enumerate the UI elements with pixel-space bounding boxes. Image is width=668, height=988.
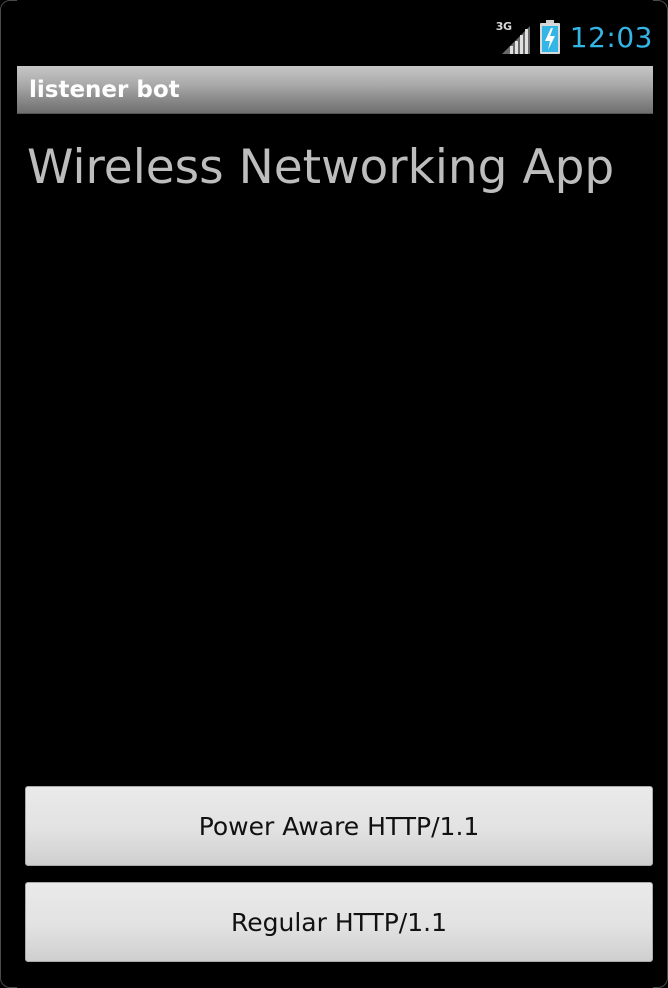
- app-screen: 3G 12:03 listener bot Wireless Networkin…: [17, 0, 653, 988]
- power-aware-http-button[interactable]: Power Aware HTTP/1.1: [25, 786, 653, 866]
- battery-charging-icon: [539, 20, 560, 54]
- status-clock: 12:03: [569, 20, 653, 54]
- app-title: listener bot: [29, 76, 180, 103]
- regular-http-button[interactable]: Regular HTTP/1.1: [25, 882, 653, 962]
- signal-3g-icon: 3G: [496, 20, 530, 54]
- signal-bars-icon: [501, 26, 530, 54]
- status-icons: 3G 12:03: [496, 17, 653, 57]
- app-title-bar: listener bot: [17, 66, 653, 114]
- page-heading: Wireless Networking App: [27, 140, 615, 195]
- status-bar: 3G 12:03: [17, 0, 653, 62]
